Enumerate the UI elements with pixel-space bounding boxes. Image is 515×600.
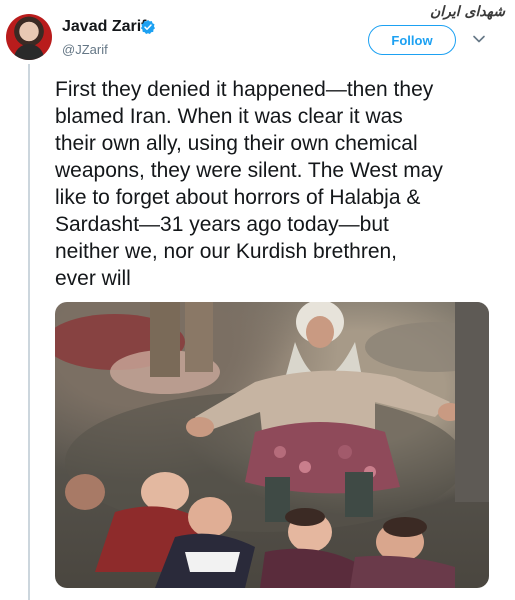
author-name[interactable]: Javad Zarif — [62, 18, 146, 36]
watermark-logo: شهدای ایران — [430, 4, 505, 20]
chevron-down-icon[interactable] — [472, 32, 486, 46]
avatar[interactable] — [6, 14, 52, 60]
photo-illustration — [55, 302, 489, 588]
follow-button[interactable]: Follow — [368, 25, 456, 55]
verified-badge-icon — [140, 20, 155, 34]
avatar-shoulders — [14, 44, 44, 60]
thread-line — [28, 64, 30, 600]
tweet-photo[interactable] — [55, 302, 489, 588]
tweet-text: First they denied it happened—then they … — [55, 78, 443, 290]
author-handle[interactable]: @JZarif — [62, 42, 108, 57]
